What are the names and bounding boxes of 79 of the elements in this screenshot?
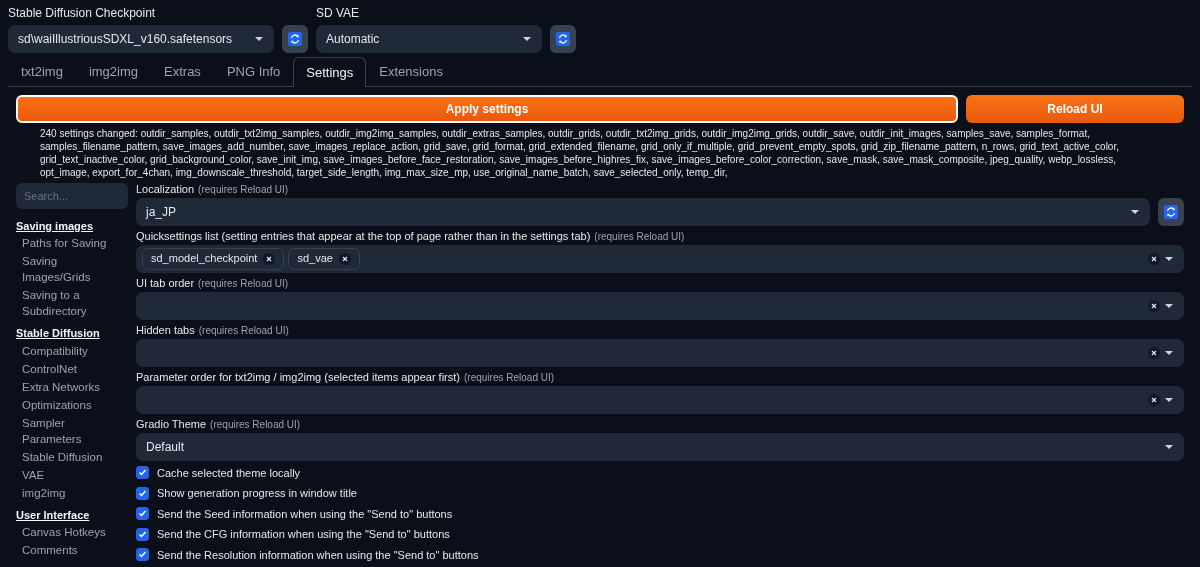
field-label: Quicksettings list (setting entries that appear at the top of page rather than in the settings tab) <box>136 229 591 242</box>
field-label: UI tab order <box>136 276 195 289</box>
checkbox[interactable] <box>136 507 149 521</box>
field-note: (requires Reload UI) <box>594 230 685 242</box>
clear-icon[interactable] <box>1148 299 1160 312</box>
field-note: (requires Reload UI) <box>198 277 289 289</box>
refresh-button[interactable] <box>550 25 576 53</box>
sidebar-item[interactable]: Stable Diffusion <box>16 447 109 466</box>
field-label: Localization <box>136 182 195 195</box>
field-label: Parameter order for txt2img / img2img (selected items appear first) <box>136 370 460 383</box>
field-note: (requires Reload UI) <box>464 371 555 383</box>
checkbox-label: Send the Seed information when using the "Send to" buttons <box>157 506 453 522</box>
field-note: (requires Reload UI) <box>210 418 301 430</box>
remove-icon[interactable] <box>263 252 276 265</box>
checkmark-icon <box>138 550 147 560</box>
tab[interactable]: Extensions <box>366 57 456 86</box>
field-label: SD VAE <box>316 5 361 22</box>
dropdown-caret-icon <box>254 36 264 42</box>
sidebar-item[interactable]: Compatibility <box>16 341 94 360</box>
refresh-button[interactable] <box>282 25 308 53</box>
clear-icon[interactable] <box>1148 393 1160 406</box>
dropdown-caret-icon <box>1164 396 1174 403</box>
sidebar-item[interactable]: VAE <box>16 465 51 484</box>
checkbox-label: Cache selected theme locally <box>157 465 301 481</box>
sidebar-item[interactable]: Saving Images/Grids <box>16 252 128 286</box>
dropdown-caret-icon <box>522 36 532 42</box>
sidebar-item[interactable]: Paths for Saving <box>16 234 113 252</box>
dropdown-caret-icon <box>1164 443 1174 450</box>
field-note: (requires Reload UI) <box>198 183 289 195</box>
checkbox[interactable] <box>136 548 149 562</box>
remove-icon[interactable] <box>338 252 351 265</box>
sidebar-section-heading: Stable Diffusion <box>16 326 101 341</box>
sidebar-item[interactable]: Canvas Hotkeys <box>16 523 112 541</box>
model-select[interactable]: Automatic <box>316 25 542 53</box>
checkbox-label: Send the CFG information when using the "Send to" buttons <box>157 527 450 542</box>
tab[interactable]: Extras <box>151 57 214 86</box>
clear-icon[interactable] <box>1148 346 1160 359</box>
field-label: Hidden tabs <box>136 323 195 336</box>
checkbox-label: Send the Resolution information when using the "Send to" buttons <box>157 547 479 563</box>
sidebar-item[interactable]: Sampler Parameters <box>16 413 128 448</box>
sidebar-item[interactable]: Comments <box>16 541 84 559</box>
refresh-icon <box>1164 204 1178 219</box>
settings-changed-message: 240 settings changed: outdir_samples, outdir_txt2img_samples, outdir_img2img_samples, outdir_extras_samples, outdir_grids, outdir_txt2img_grids, outdir_img2img_grids, outdir_save, outdir_init_images, samples_save, samples_format, samples_filename_pattern, save_images_add_number, save_images_replace_action, grid_save, grid_format, grid_extended_filename, grid_only_if_multiple, grid_prevent_empty_spots, grid_zip_filename_pattern, n_rows, grid_text_active_color, grid_text_inactive_color, grid_background_color, save_init_img, save_images_before_face_restoration, save_images_before_highres_fix, save_images_before_color_correction, save_mask, save_mask_composite, jpeg_quality, webp_lossless, opt_image, export_for_4chan, img_downscale_threshold, target_side_length, img_max_size_mp, use_original_name_batch, save_selected_only, temp_dir, <box>39 126 1120 179</box>
dropdown-caret-icon <box>1130 208 1140 215</box>
chip[interactable]: sd_vae <box>288 247 360 270</box>
sidebar-section-heading: Saving images <box>16 218 95 234</box>
sidebar-item[interactable]: Extra Networks <box>16 377 106 396</box>
sidebar-item[interactable]: Optimizations <box>16 395 98 414</box>
sidebar-section-heading: User Interface <box>16 507 91 523</box>
multiselect-field[interactable] <box>136 385 1184 414</box>
dropdown-caret-icon <box>1164 349 1174 356</box>
multiselect-field[interactable] <box>136 338 1184 367</box>
clear-icon[interactable] <box>1148 252 1160 265</box>
multiselect-field[interactable] <box>136 291 1184 320</box>
dropdown-select[interactable]: ja_JP <box>136 197 1150 226</box>
model-select[interactable]: sd\waiIllustriousSDXL_v160.safetensors <box>8 25 274 53</box>
dropdown-caret-icon <box>1164 302 1174 309</box>
sidebar-item[interactable]: ControlNet <box>16 359 83 378</box>
tab[interactable]: PNG Info <box>213 57 294 86</box>
field-label: Gradio Theme <box>136 417 207 430</box>
checkbox[interactable] <box>136 466 149 480</box>
search-field[interactable]: Search... <box>16 182 128 209</box>
dropdown-select[interactable]: Default <box>136 432 1184 461</box>
sidebar-item[interactable]: Saving to a Subdirectory <box>16 286 128 320</box>
refresh-button[interactable] <box>1158 197 1184 226</box>
chip[interactable]: sd_model_checkpoint <box>142 247 285 270</box>
sidebar-item[interactable]: img2img <box>16 483 72 502</box>
field-note: (requires Reload UI) <box>198 324 289 336</box>
multiselect-field[interactable]: sd_model_checkpoint sd_vae <box>136 244 1184 273</box>
dropdown-caret-icon <box>1164 255 1174 262</box>
tab[interactable]: Settings <box>293 57 367 87</box>
tab[interactable]: img2img <box>75 57 152 86</box>
tab[interactable]: txt2img <box>8 57 76 86</box>
checkbox-label: Show generation progress in window title <box>157 486 357 501</box>
checkbox[interactable] <box>136 527 149 541</box>
refresh-icon <box>556 32 570 46</box>
refresh-icon <box>288 32 302 46</box>
field-label: Stable Diffusion Checkpoint <box>8 5 157 22</box>
checkbox[interactable] <box>136 486 149 500</box>
